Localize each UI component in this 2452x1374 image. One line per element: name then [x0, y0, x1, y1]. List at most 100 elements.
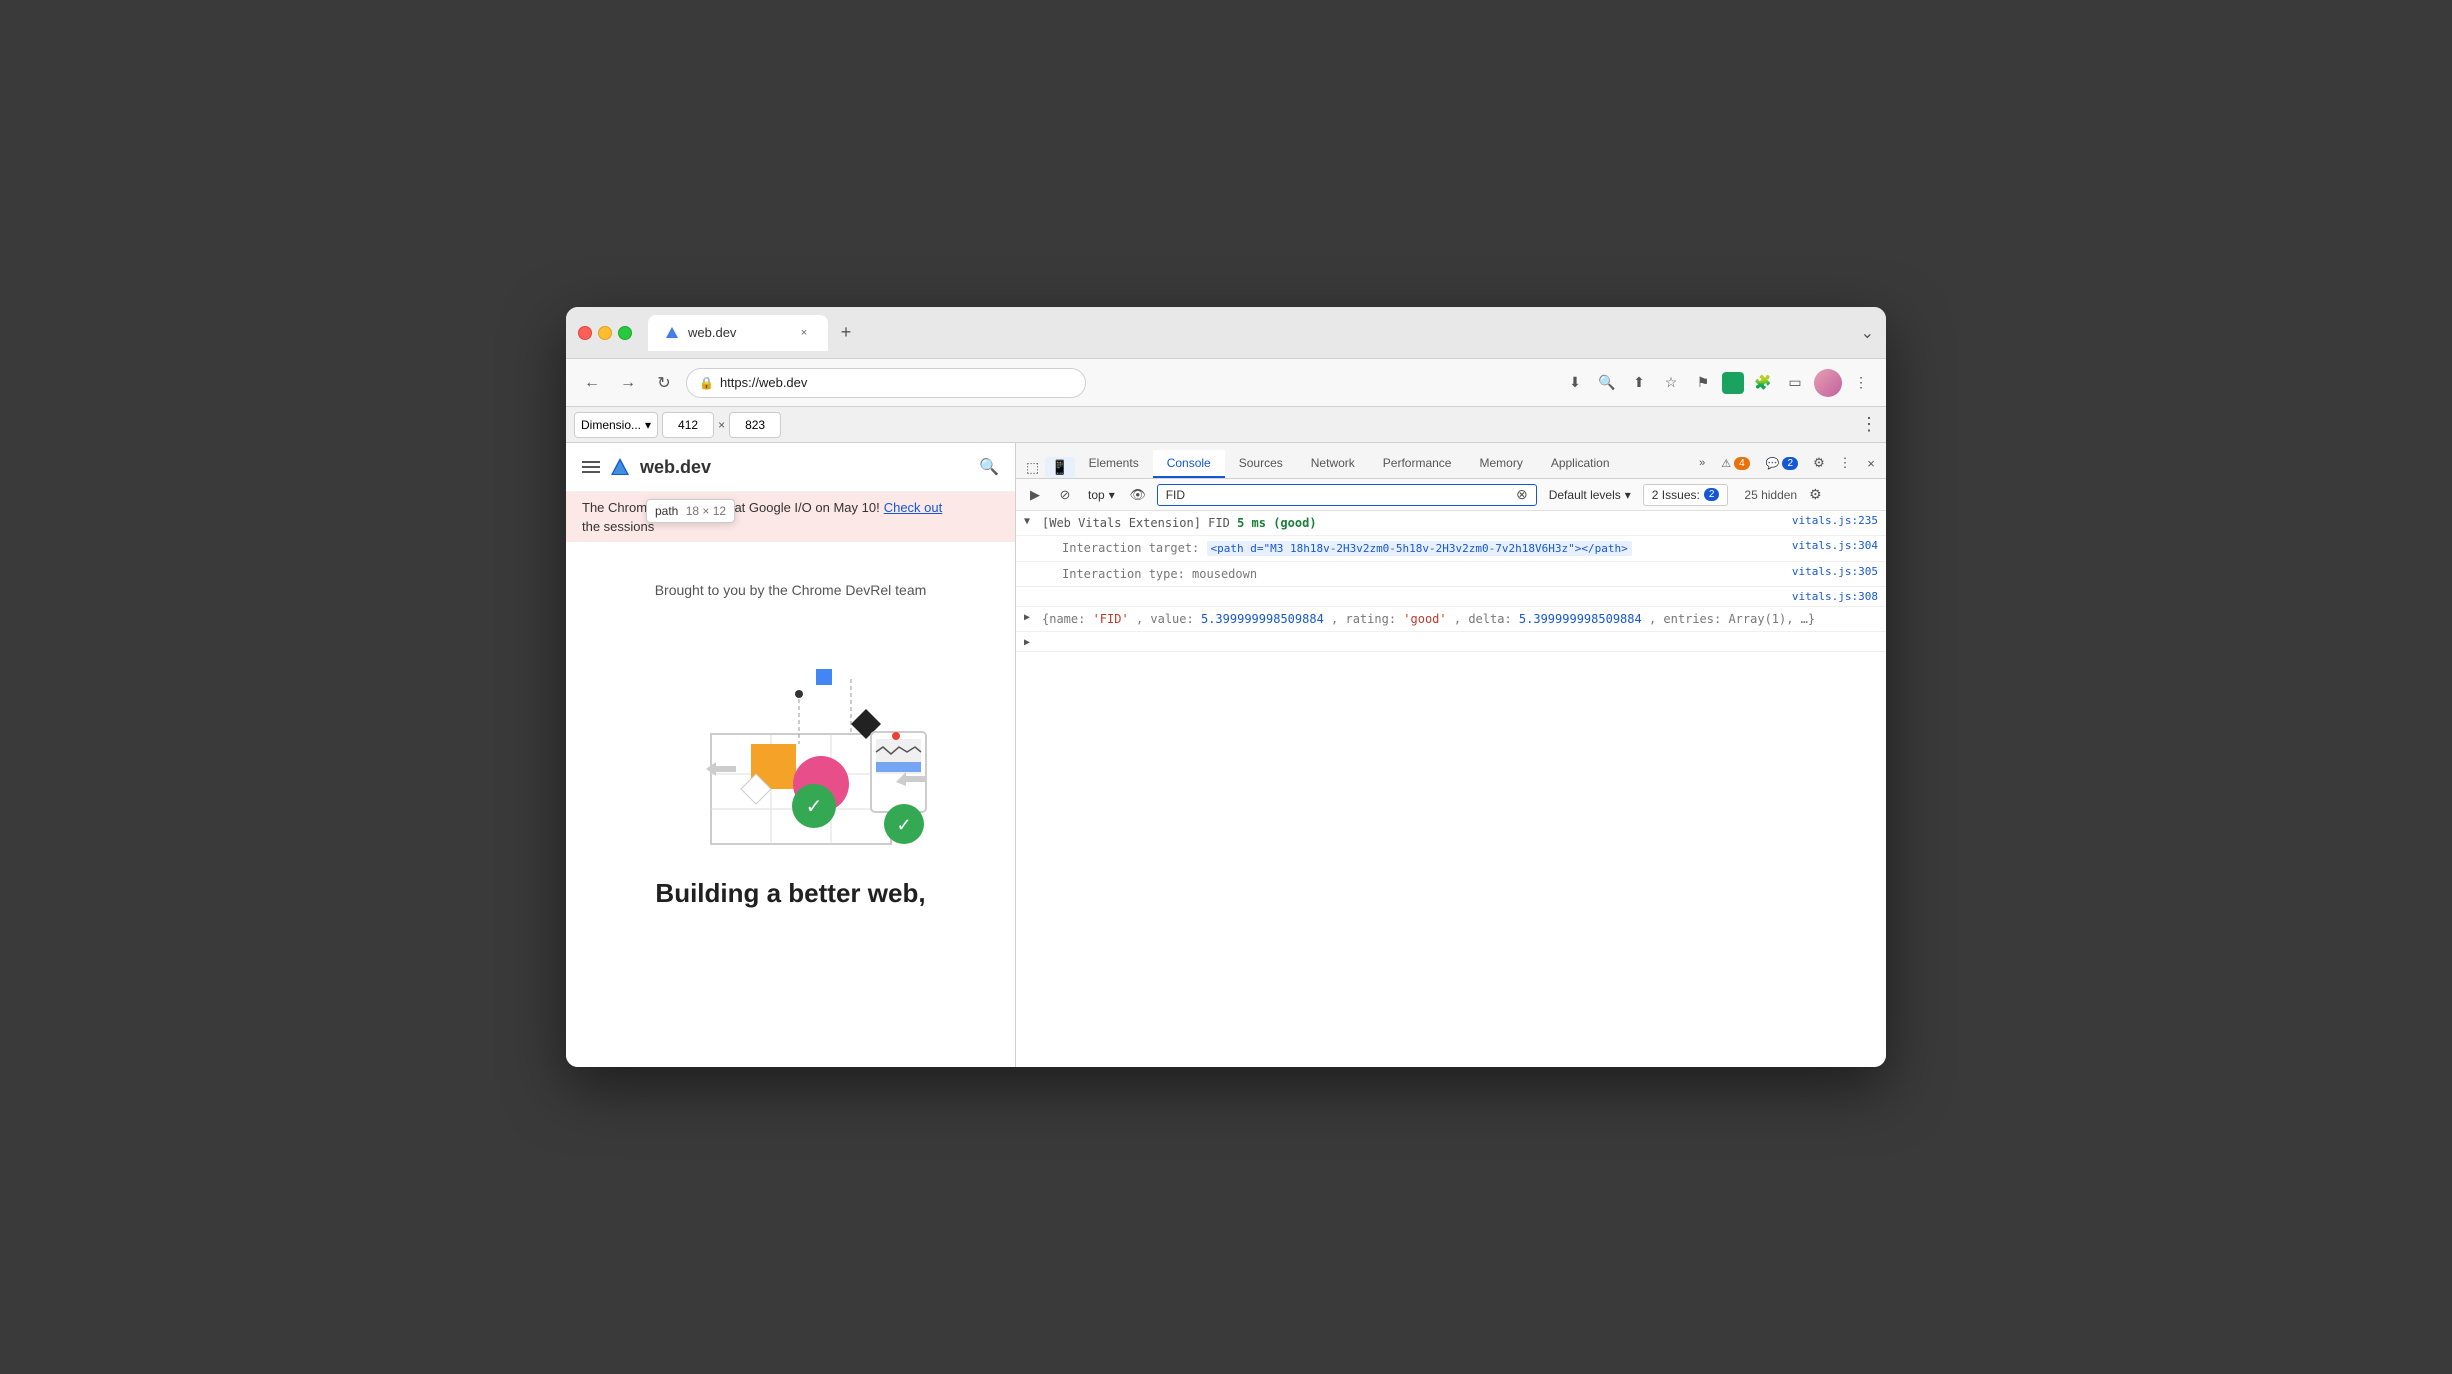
new-tab-button[interactable]: +	[832, 319, 860, 347]
console-input-row: ▶	[1016, 632, 1886, 652]
hamburger-icon[interactable]	[582, 461, 600, 473]
console-output: ▼ [Web Vitals Extension] FID 5 ms (good)…	[1016, 511, 1886, 1067]
run-icon[interactable]: ▶	[1024, 484, 1046, 506]
filter-clear-icon[interactable]: ⊗	[1516, 486, 1528, 503]
svg-text:✓: ✓	[896, 815, 911, 835]
browser-window: web.dev × + ⌄ ← → ↻ 🔒 https://web.dev ⬇ …	[566, 307, 1886, 1067]
console-settings-icon[interactable]: ⚙	[1809, 486, 1822, 503]
window-controls-chevron[interactable]: ⌄	[1861, 323, 1874, 343]
obj-delta-val: 5.399999998509884	[1519, 612, 1642, 626]
width-input[interactable]	[662, 412, 714, 438]
obj-entries: , entries: Array(1), …}	[1649, 612, 1815, 626]
devtools-close-icon[interactable]: ×	[1860, 452, 1882, 474]
interaction-type-label: Interaction type: mousedown	[1062, 567, 1257, 581]
console-source-2[interactable]: vitals.js:304	[1792, 539, 1878, 552]
tooltip-label: path	[655, 504, 678, 518]
issues-label: 2 Issues:	[1652, 488, 1700, 502]
reload-button[interactable]: ↻	[650, 369, 678, 397]
tab-memory[interactable]: Memory	[1465, 450, 1536, 478]
download-icon[interactable]: ⬇	[1562, 370, 1588, 396]
svg-text:✓: ✓	[805, 796, 822, 818]
flag-icon[interactable]: ⚑	[1690, 370, 1716, 396]
path-tooltip: path 18 × 12	[646, 499, 735, 523]
green-extension-icon[interactable]	[1722, 372, 1744, 394]
more-menu-icon[interactable]: ⋮	[1848, 370, 1874, 396]
chrome-banner: The Chrome team is back at Google I/O on…	[566, 492, 1015, 542]
context-selector[interactable]: top ▾	[1084, 484, 1119, 506]
warn-icon: ⚠	[1721, 457, 1731, 470]
obj-delta-label: , delta:	[1454, 612, 1519, 626]
back-button[interactable]: ←	[578, 369, 606, 397]
extensions-icon[interactable]: 🧩	[1750, 370, 1776, 396]
devtools-more-icon[interactable]: ⋮	[1834, 452, 1856, 474]
forward-button[interactable]: →	[614, 369, 642, 397]
tab-application[interactable]: Application	[1537, 450, 1624, 478]
share-icon[interactable]: ⬆	[1626, 370, 1652, 396]
address-bar-right: ⬇ 🔍 ⬆ ☆ ⚑ 🧩 ▭ ⋮	[1562, 369, 1874, 397]
address-bar: ← → ↻ 🔒 https://web.dev ⬇ 🔍 ⬆ ☆ ⚑ 🧩 ▭ ⋮	[566, 359, 1886, 407]
devtools-settings-icon[interactable]: ⚙	[1808, 452, 1830, 474]
interaction-target-value: <path d="M3 18h18v-2H3v2zm0-5h18v-2H3v2z…	[1207, 541, 1632, 556]
lock-icon: 🔒	[699, 376, 714, 390]
tab-network[interactable]: Network	[1297, 450, 1369, 478]
console-message: Interaction type: mousedown	[1062, 565, 1780, 583]
web-logo: web.dev	[582, 455, 711, 479]
obj-value-label: , value:	[1136, 612, 1201, 626]
context-dropdown-icon: ▾	[1109, 488, 1115, 502]
console-source-3[interactable]: vitals.js:305	[1792, 565, 1878, 578]
default-levels-selector[interactable]: Default levels ▾	[1545, 484, 1635, 506]
maximize-button[interactable]	[618, 326, 632, 340]
console-row: ▶ {name: 'FID' , value: 5.39999999850988…	[1016, 607, 1886, 632]
profile-icon[interactable]	[1814, 369, 1842, 397]
tab-bar: web.dev × +	[648, 315, 1853, 351]
console-toolbar: ▶ ⊘ top ▾ 👁 FID ⊗ Default levels ▾ 2 Iss…	[1016, 479, 1886, 511]
console-source-1[interactable]: vitals.js:235	[1792, 514, 1878, 527]
eye-icon[interactable]: 👁	[1127, 484, 1149, 506]
minimize-button[interactable]	[598, 326, 612, 340]
tab-elements[interactable]: Elements	[1075, 450, 1153, 478]
obj-name-val: 'FID'	[1093, 612, 1129, 626]
issues-button[interactable]: 2 Issues: 2	[1643, 484, 1729, 506]
active-tab[interactable]: web.dev ×	[648, 315, 828, 351]
warn-badge: ⚠ 4	[1715, 455, 1755, 472]
dimension-separator: ×	[718, 418, 725, 432]
close-button[interactable]	[578, 326, 592, 340]
obj-open: {name:	[1042, 612, 1093, 626]
bookmark-icon[interactable]: ☆	[1658, 370, 1684, 396]
banner-link[interactable]: Check out	[884, 500, 943, 515]
devtools-bar-more-icon[interactable]: ⋮	[1860, 414, 1878, 435]
issues-badge: 2	[1704, 488, 1720, 501]
filter-text: FID	[1166, 488, 1185, 502]
expand-arrow[interactable]: ▶	[1024, 612, 1038, 623]
title-bar-right: ⌄	[1861, 323, 1874, 343]
website-name: web.dev	[640, 457, 711, 478]
tab-favicon	[664, 325, 680, 341]
url-bar[interactable]: 🔒 https://web.dev	[686, 368, 1086, 398]
tab-performance[interactable]: Performance	[1369, 450, 1466, 478]
default-levels-dropdown-icon: ▾	[1625, 488, 1631, 502]
webpage-panel: web.dev 🔍 path 18 × 12 The Chrome team i…	[566, 443, 1016, 1067]
interaction-target-label: Interaction target:	[1062, 541, 1207, 555]
console-source-4[interactable]: vitals.js:308	[1792, 590, 1878, 603]
dimension-select[interactable]: Dimensio... ▾	[574, 412, 658, 438]
info-badge: 💬 2	[1760, 455, 1804, 472]
tab-console[interactable]: Console	[1153, 450, 1225, 478]
tab-title: web.dev	[688, 325, 788, 340]
console-filter-input[interactable]: FID ⊗	[1157, 484, 1537, 506]
inspect-icon[interactable]: ⬚	[1020, 457, 1045, 478]
tab-close-button[interactable]: ×	[796, 325, 812, 341]
device-toggle-icon[interactable]: 📱	[1045, 457, 1074, 478]
more-tabs-button[interactable]: »	[1693, 455, 1711, 471]
web-search-icon[interactable]: 🔍	[979, 457, 999, 477]
devtools-bar: Dimensio... ▾ × ⋮	[566, 407, 1886, 443]
zoom-icon[interactable]: 🔍	[1594, 370, 1620, 396]
webpage-content: Brought to you by the Chrome DevRel team	[566, 542, 1015, 1067]
tab-sources[interactable]: Sources	[1225, 450, 1297, 478]
banner-suffix: the sessions	[582, 519, 654, 534]
expand-arrow[interactable]: ▼	[1024, 516, 1038, 527]
web-vitals-label: [Web Vitals Extension] FID	[1042, 516, 1237, 530]
stop-icon[interactable]: ⊘	[1054, 484, 1076, 506]
sidebar-icon[interactable]: ▭	[1782, 370, 1808, 396]
height-input[interactable]	[729, 412, 781, 438]
context-label: top	[1088, 488, 1105, 502]
